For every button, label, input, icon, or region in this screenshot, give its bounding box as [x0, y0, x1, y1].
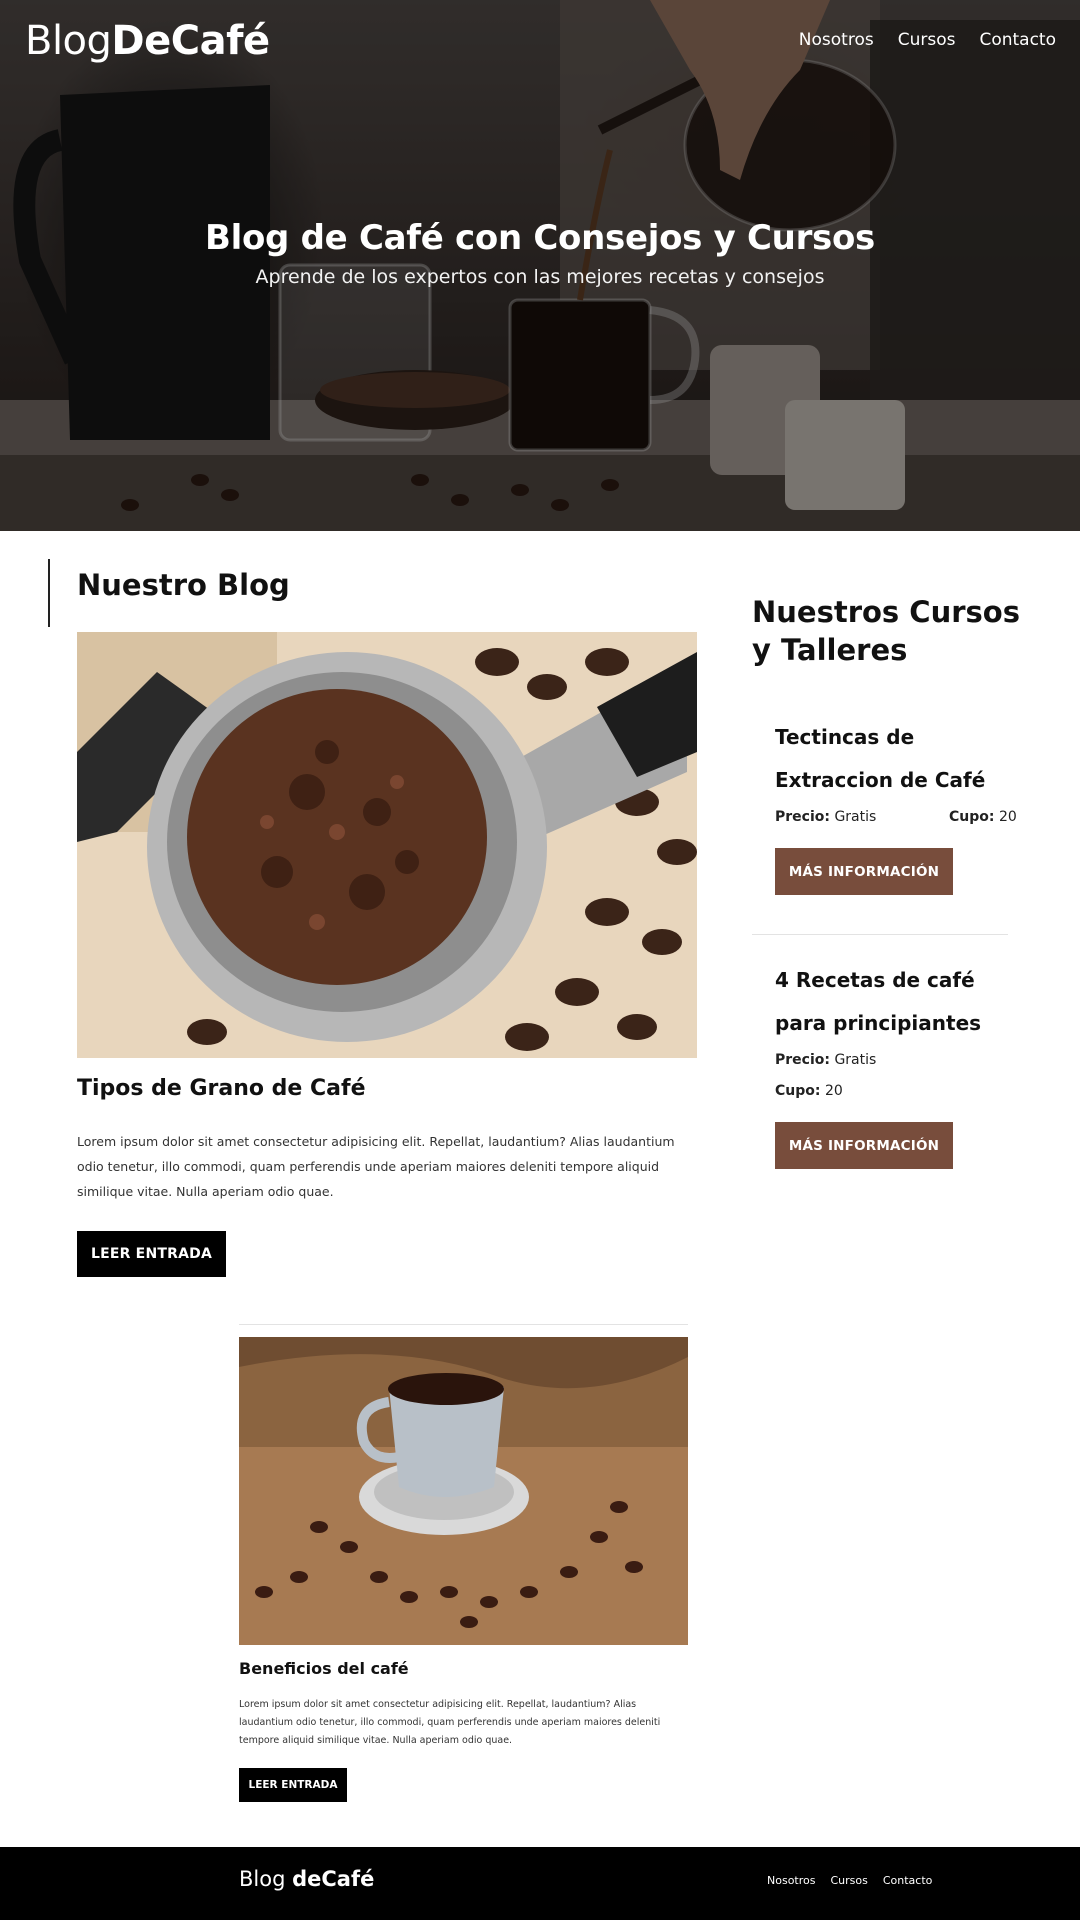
footer-navigation: Nosotros Cursos Contacto: [767, 1874, 932, 1887]
nav-link-cursos[interactable]: Cursos: [898, 30, 956, 50]
hero-subtitle: Aprende de los expertos con las mejores …: [255, 266, 825, 288]
post-divider: [239, 1324, 688, 1325]
espresso-portafilter-photo: [77, 632, 697, 1058]
post-excerpt: Lorem ipsum dolor sit amet consectetur a…: [77, 1134, 675, 1199]
course-price-value: Gratis: [834, 1052, 877, 1068]
blog-heading-accent-bar: [48, 559, 50, 627]
course-price-value: Gratis: [834, 809, 877, 825]
main-navigation: Nosotros Cursos Contacto: [799, 30, 1056, 50]
site-logo[interactable]: BlogDeCafé: [25, 18, 270, 64]
course-quota-value: 20: [998, 809, 1017, 825]
nav-link-nosotros[interactable]: Nosotros: [799, 30, 874, 50]
site-footer: Blog deCafé Nosotros Cursos Contacto: [0, 1847, 1080, 1920]
course-price: Precio: Gratis: [775, 809, 876, 825]
course-price-label: Precio:: [775, 809, 830, 825]
footer-logo[interactable]: Blog deCafé: [239, 1867, 374, 1891]
course-quota-label: Cupo:: [949, 809, 995, 825]
course-title: Tectincas de Extraccion de Café: [775, 725, 986, 792]
course-price-label: Precio:: [775, 1052, 830, 1068]
more-info-button[interactable]: MÁS INFORMACIÓN: [775, 848, 953, 895]
footer-logo-light-text: Blog: [239, 1867, 293, 1891]
course-quota-label: Cupo:: [775, 1083, 821, 1099]
logo-bold-text: DeCafé: [111, 18, 270, 64]
read-post-button[interactable]: LEER ENTRADA: [239, 1768, 347, 1802]
courses-heading: Nuestros Cursos y Talleres: [752, 595, 1020, 667]
course-quota: Cupo: 20: [775, 1083, 843, 1099]
blog-heading: Nuestro Blog: [77, 568, 290, 602]
footer-link-nosotros[interactable]: Nosotros: [767, 1874, 815, 1887]
hero-banner: BlogDeCafé Nosotros Cursos Contacto Blog…: [0, 0, 1080, 531]
post-image-espresso[interactable]: [77, 632, 697, 1058]
course-price: Precio: Gratis: [775, 1052, 876, 1068]
coffee-cup-beans-photo: [239, 1337, 688, 1645]
post-image-coffee-cup[interactable]: [239, 1337, 688, 1645]
footer-logo-bold-text: deCafé: [292, 1867, 375, 1891]
footer-link-cursos[interactable]: Cursos: [830, 1874, 867, 1887]
more-info-button[interactable]: MÁS INFORMACIÓN: [775, 1122, 953, 1169]
course-quota-value: 20: [824, 1083, 843, 1099]
footer-link-contacto[interactable]: Contacto: [883, 1874, 933, 1887]
nav-link-contacto[interactable]: Contacto: [979, 30, 1056, 50]
logo-light-text: Blog: [25, 18, 112, 64]
post-excerpt: Lorem ipsum dolor sit amet consectetur a…: [239, 1699, 661, 1746]
post-title[interactable]: Tipos de Grano de Café: [77, 1076, 366, 1101]
read-post-button[interactable]: LEER ENTRADA: [77, 1231, 226, 1277]
course-quota: Cupo: 20: [949, 809, 1017, 825]
course-title: 4 Recetas de café para principiantes: [775, 968, 982, 1035]
post-title[interactable]: Beneficios del café: [239, 1659, 409, 1678]
hero-title: Blog de Café con Consejos y Cursos: [205, 218, 875, 258]
course-divider: [752, 934, 1008, 935]
